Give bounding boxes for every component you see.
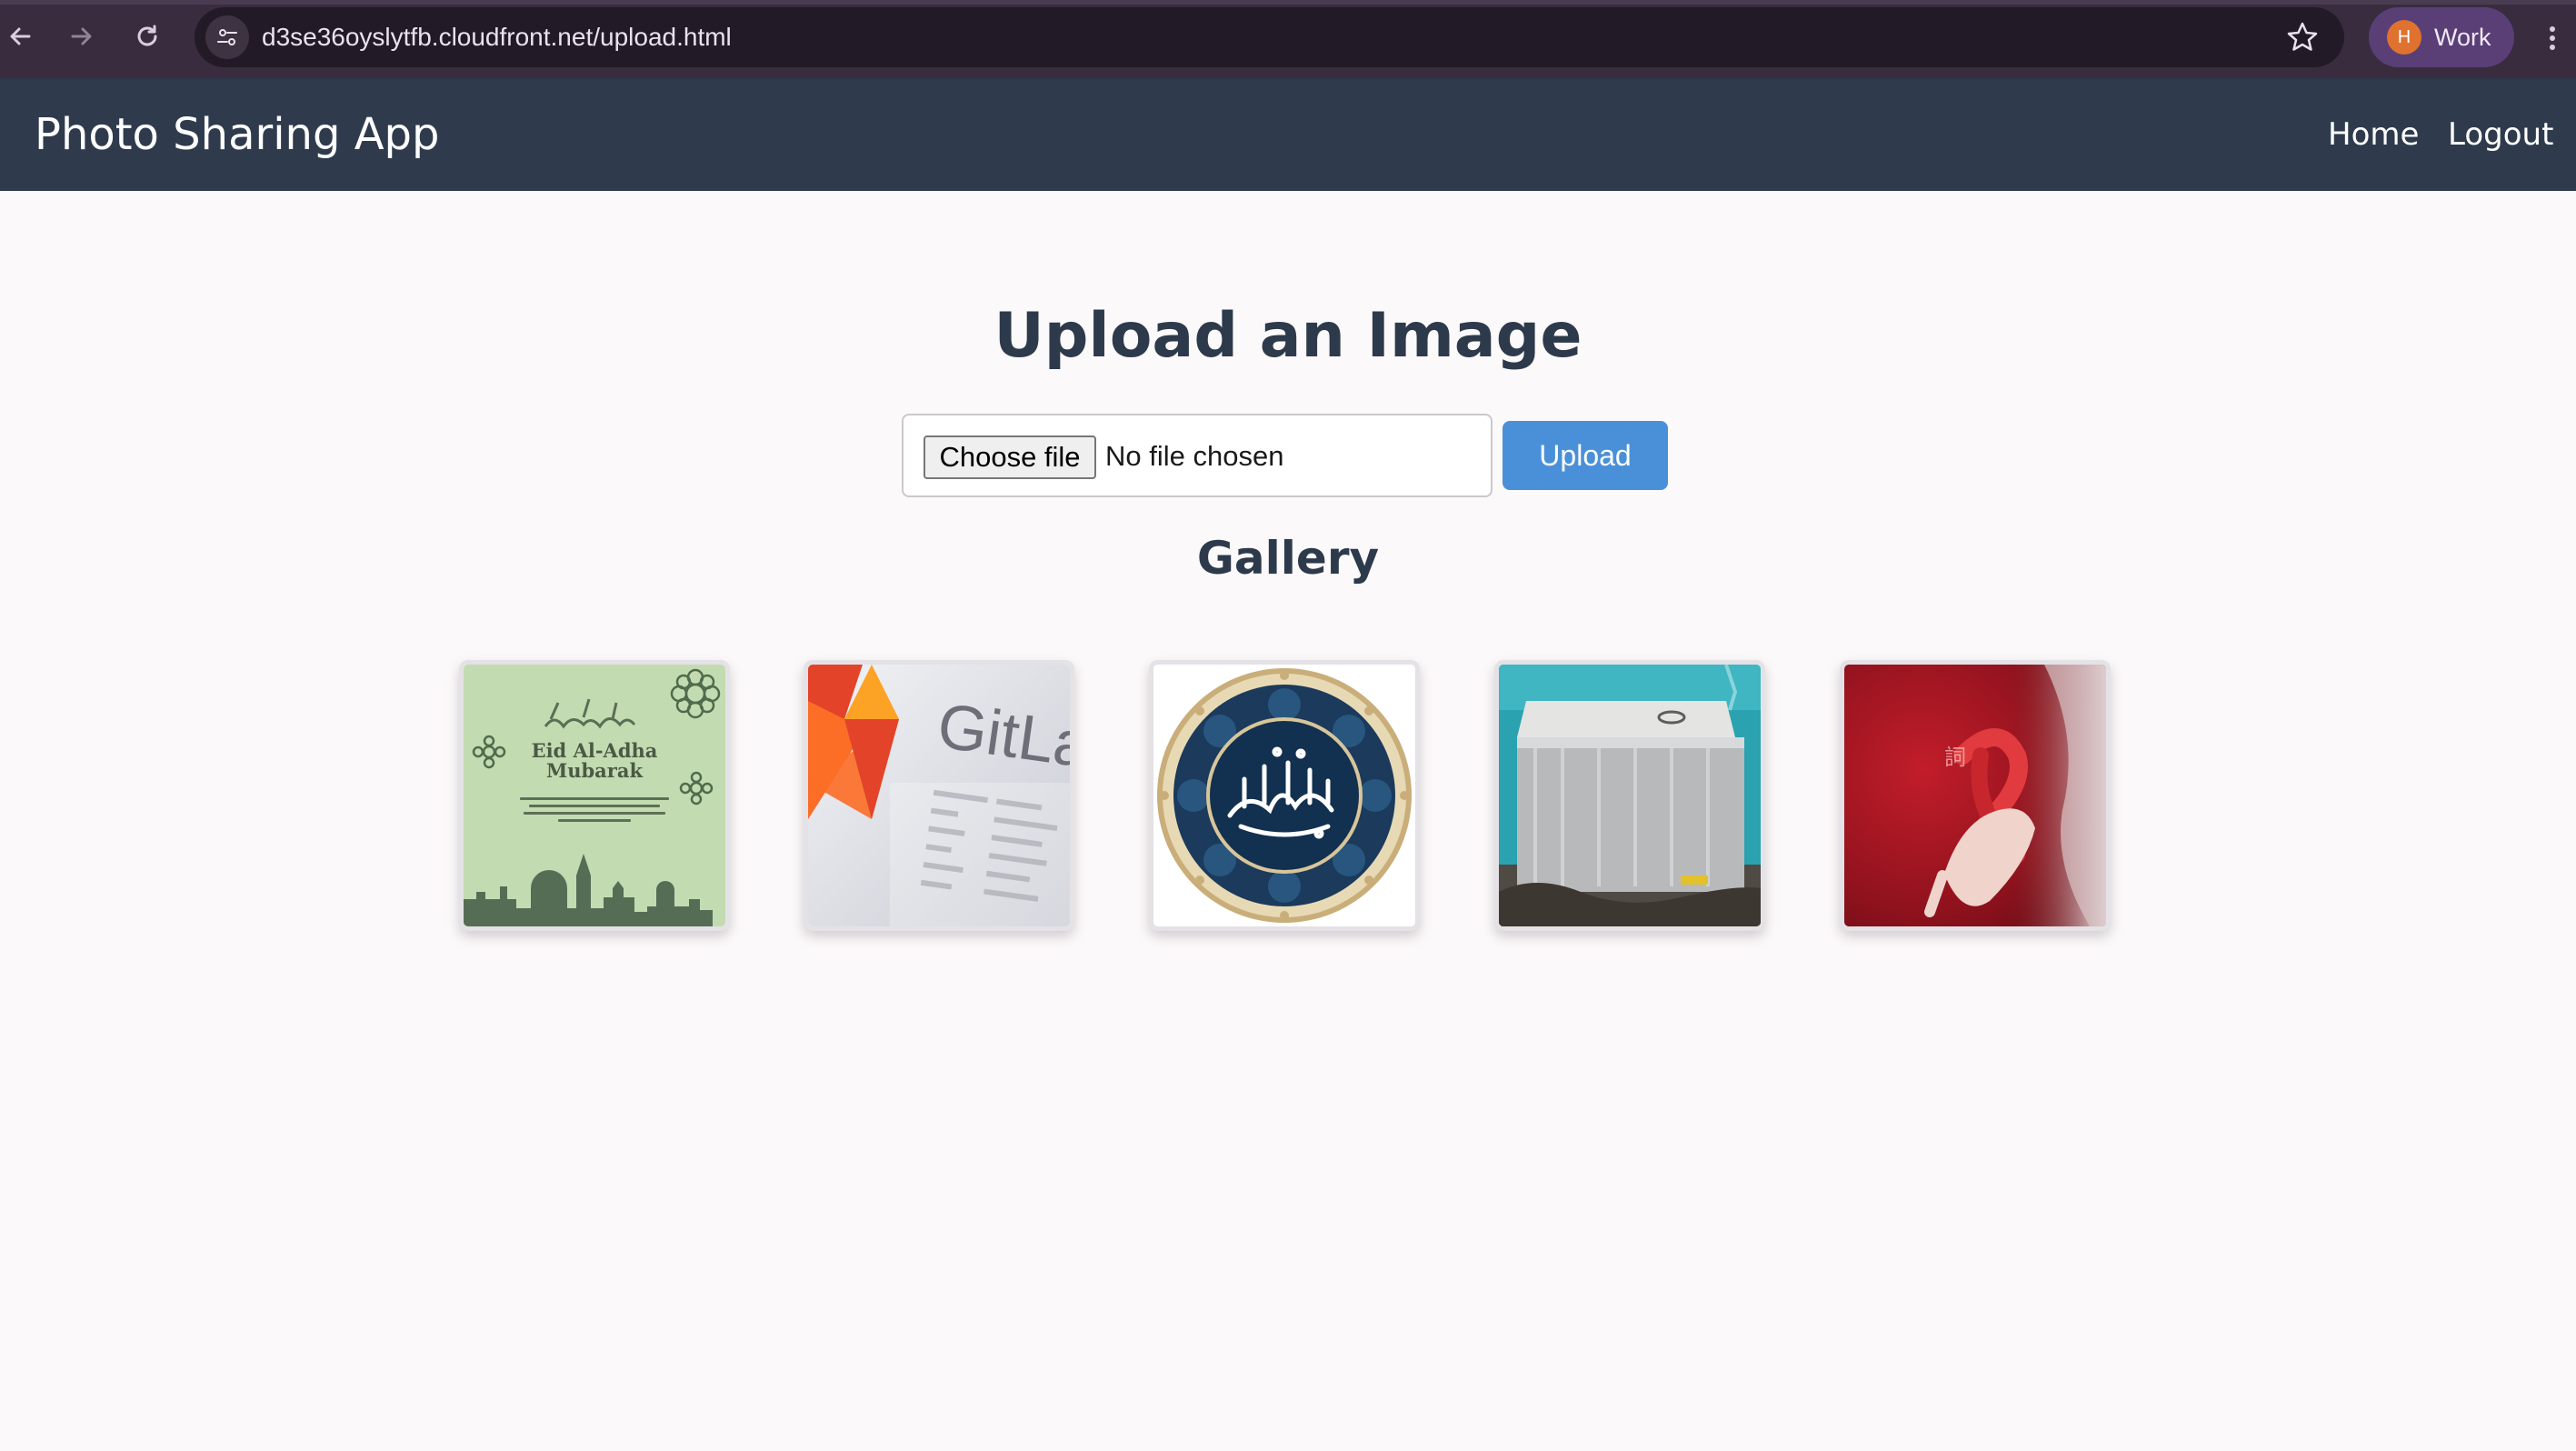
profile-label: Work: [2434, 24, 2491, 51]
brand-title[interactable]: Photo Sharing App: [35, 78, 439, 191]
address-bar[interactable]: d3se36oyslytfb.cloudfront.net/upload.htm…: [195, 7, 2344, 67]
page-title: Upload an Image: [993, 300, 1583, 372]
more-vert-icon[interactable]: [2538, 18, 2567, 58]
gallery-thumbnail-dishwasher[interactable]: [1494, 660, 1765, 931]
profile-chip[interactable]: H Work: [2369, 7, 2514, 67]
url-text[interactable]: d3se36oyslytfb.cloudfront.net/upload.htm…: [262, 7, 732, 67]
upload-button[interactable]: Upload: [1503, 421, 1668, 490]
site-info-icon[interactable]: [205, 15, 249, 59]
toolbar-edge: [0, 0, 2576, 5]
gallery-thumbnail-red-ribbon[interactable]: 詞: [1840, 660, 2111, 931]
back-arrow-icon[interactable]: [0, 16, 40, 56]
eid-card-line2: Mubarak: [546, 759, 643, 782]
bookmark-star-icon[interactable]: [2284, 19, 2321, 55]
forward-arrow-icon[interactable]: [62, 16, 102, 56]
gallery-thumbnail-gitlab[interactable]: GitLab: [804, 660, 1074, 931]
gallery-title: Gallery: [1196, 532, 1380, 585]
app-navbar: Photo Sharing App Home Logout: [0, 78, 2576, 191]
gallery-thumbnail-eid-card[interactable]: Eid Al-Adha Mubarak: [459, 660, 730, 931]
nav-link-home[interactable]: Home: [2328, 78, 2419, 191]
reload-icon[interactable]: [127, 16, 167, 56]
nav-link-logout[interactable]: Logout: [2448, 78, 2553, 191]
choose-file-button[interactable]: Choose file: [924, 435, 1096, 479]
svg-text:詞: 詞: [1944, 745, 1966, 770]
browser-toolbar: d3se36oyslytfb.cloudfront.net/upload.htm…: [0, 0, 2576, 78]
file-input[interactable]: Choose file No file chosen: [902, 414, 1493, 497]
gallery-thumbnail-quran[interactable]: [1149, 660, 1420, 931]
profile-avatar: H: [2387, 20, 2421, 55]
file-status-text: No file chosen: [1105, 440, 1284, 472]
